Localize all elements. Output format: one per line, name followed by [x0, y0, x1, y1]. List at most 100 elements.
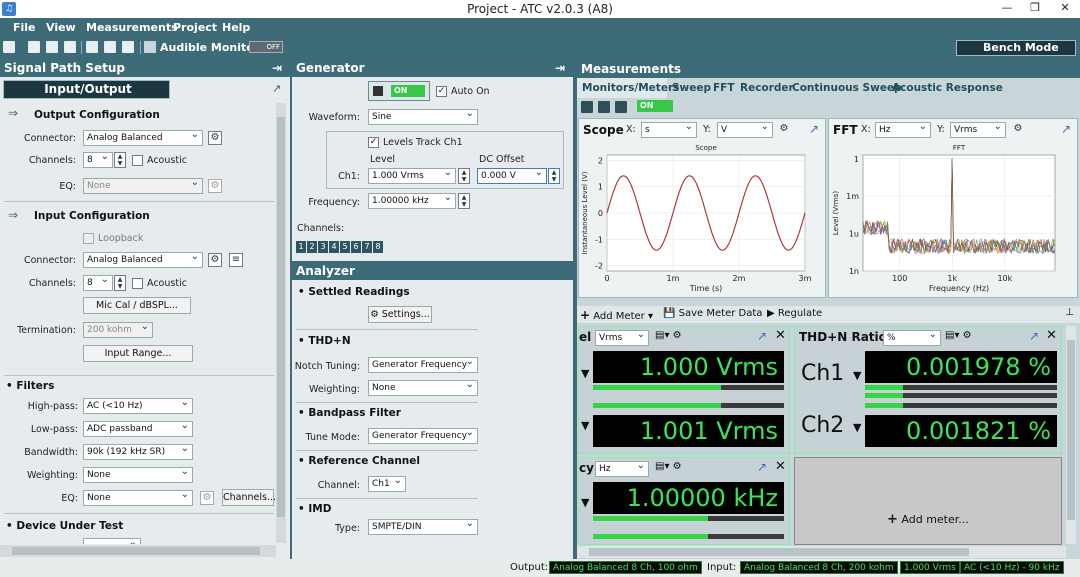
frequency-input[interactable]: 1.00000 kHz [368, 193, 456, 209]
level-unit-select[interactable]: Vrms [595, 330, 649, 346]
signal-path-icon[interactable] [86, 41, 98, 53]
tab-acoustic-response[interactable]: Acoustic Response [892, 82, 1003, 94]
bench-mode-select[interactable]: Bench Mode [956, 40, 1076, 56]
notch-tuning-select[interactable]: Generator Frequency [368, 357, 478, 373]
menu-view[interactable]: View [46, 21, 76, 34]
analyzer-icon[interactable] [122, 41, 134, 53]
generator-on-toggle[interactable]: ON [368, 81, 430, 101]
meter-settings-icon[interactable]: ▤▾ ⚙ [655, 461, 682, 472]
chevron-down-icon[interactable]: ▼ [581, 419, 589, 432]
gear-icon[interactable]: ⚙ [208, 253, 222, 267]
meter-settings-icon[interactable]: ▤▾ ⚙ [945, 330, 972, 341]
tab-sweep[interactable]: Sweep [672, 82, 711, 94]
horizontal-scrollbar[interactable] [0, 545, 276, 557]
popout-icon[interactable]: ↗ [809, 122, 819, 136]
loopback-checkbox[interactable] [83, 233, 94, 244]
output-connector-select[interactable]: Analog Balanced [83, 130, 203, 146]
frequency-unit-select[interactable]: Hz [595, 461, 649, 477]
ch1-level-stepper[interactable]: ▲ ▼ [458, 168, 470, 184]
thdn-weighting-select[interactable]: None [368, 380, 478, 396]
dut-field[interactable] [83, 538, 141, 544]
close-icon[interactable]: ✕ [775, 328, 786, 343]
status-input-value[interactable]: Analog Balanced 8 Ch, 200 kohm [740, 561, 898, 574]
scope-x-unit-select[interactable]: s [641, 122, 697, 138]
chevron-down-icon[interactable]: ▼ [853, 369, 861, 382]
meters-scrollbar[interactable] [1066, 326, 1076, 544]
lowpass-select[interactable]: ADC passband [83, 421, 193, 437]
settings-button[interactable]: ⚙ Settings... [368, 306, 432, 323]
input-connector-select[interactable]: Analog Balanced [83, 252, 203, 268]
output-channels-input[interactable]: 8 [83, 152, 113, 168]
input-range-button[interactable]: Input Range... [83, 345, 193, 362]
generator-icon[interactable] [104, 41, 116, 53]
output-channels-stepper[interactable]: ▲ ▼ [114, 152, 126, 168]
menu-measurements[interactable]: Measurements [86, 21, 178, 34]
ch1-level-input[interactable]: 1.000 Vrms [368, 168, 456, 184]
mic-cal-button[interactable]: Mic Cal / dBSPL... [83, 297, 191, 314]
pin-icon[interactable]: ⇥ [555, 59, 565, 77]
popout-icon[interactable]: ↗ [757, 460, 767, 474]
add-meter-button[interactable]: + Add Meter ▾ [580, 308, 653, 322]
highpass-select[interactable]: AC (<10 Hz) [83, 398, 193, 414]
popout-icon[interactable]: ↗ [1061, 122, 1071, 136]
fft-x-unit-select[interactable]: Hz [875, 122, 931, 138]
add-meter-placeholder[interactable]: + Add meter... [794, 457, 1062, 545]
filter-channels-button[interactable]: Channels... [222, 489, 276, 506]
speaker-icon[interactable] [144, 41, 156, 53]
status-input-filter[interactable]: AC (<10 Hz) - 90 kHz [960, 561, 1064, 574]
regulate-button[interactable]: ▶ Regulate [767, 308, 822, 319]
menu-help[interactable]: Help [222, 21, 250, 34]
input-channels-input[interactable]: 8 [83, 275, 113, 291]
termination-select[interactable]: 200 kohm [83, 322, 153, 338]
popout-icon[interactable]: ↗ [272, 82, 281, 95]
meter-toolbar-icon[interactable] [615, 101, 627, 113]
chevron-down-icon[interactable]: ▼ [581, 496, 589, 509]
imd-type-select[interactable]: SMPTE/DIN [368, 519, 478, 535]
channel-button-5[interactable]: 5 [340, 241, 350, 253]
chevron-down-icon[interactable]: ▼ [581, 367, 589, 380]
tab-recorder[interactable]: Recorder [740, 82, 794, 94]
scope-y-unit-select[interactable]: V [717, 122, 773, 138]
output-eq-select[interactable]: None [83, 178, 203, 194]
status-input-range[interactable]: 1.000 Vrms [900, 561, 960, 574]
channel-button-1[interactable]: 1 [296, 241, 306, 253]
auto-on-checkbox[interactable]: ✓ [436, 86, 447, 97]
chevron-down-icon[interactable]: ▼ [853, 421, 861, 434]
save-icon[interactable] [46, 41, 58, 53]
frequency-stepper[interactable]: ▲ ▼ [458, 193, 470, 209]
channel-button-4[interactable]: 4 [329, 241, 339, 253]
input-acoustic-checkbox[interactable] [132, 278, 143, 289]
channel-button-2[interactable]: 2 [307, 241, 317, 253]
minimize-button[interactable]: — [994, 0, 1020, 18]
restore-button[interactable]: ❐ [1022, 0, 1048, 18]
gear-icon[interactable]: ⚙ [200, 491, 214, 505]
save-meter-data-button[interactable]: 💾 Save Meter Data [663, 308, 762, 319]
gear-icon[interactable]: ⚙ [208, 179, 222, 193]
dc-offset-stepper[interactable]: ▲ ▼ [548, 168, 560, 184]
open-file-icon[interactable] [28, 41, 40, 53]
io-mode-select[interactable]: Input/Output [3, 80, 170, 99]
close-icon[interactable]: ✕ [1046, 328, 1057, 343]
gear-icon[interactable]: ⚙ [777, 123, 791, 137]
gear-icon[interactable]: ⚙ [208, 131, 222, 145]
levels-track-checkbox[interactable]: ✓ [368, 137, 379, 148]
popout-icon[interactable]: ↗ [757, 329, 767, 343]
tune-mode-select[interactable]: Generator Frequency [368, 428, 478, 444]
tab-continuous-sweep[interactable]: Continuous Sweep [792, 82, 902, 94]
vertical-scrollbar[interactable] [276, 103, 286, 543]
gear-icon[interactable]: ⚙ [1011, 123, 1025, 137]
pin-icon[interactable]: ⊥ [1065, 307, 1074, 318]
tab-monitors-meters[interactable]: Monitors/Meters [582, 82, 679, 94]
fft-y-unit-select[interactable]: Vrms [950, 122, 1006, 138]
channel-button-8[interactable]: 8 [373, 241, 383, 253]
menu-file[interactable]: File [13, 21, 36, 34]
channel-button-7[interactable]: 7 [362, 241, 372, 253]
waveform-select[interactable]: Sine [368, 109, 478, 125]
meter-settings-icon[interactable]: ▤▾ ⚙ [655, 330, 682, 341]
input-channels-stepper[interactable]: ▲ ▼ [114, 275, 126, 291]
scope-toolbar-icon[interactable] [581, 101, 593, 113]
bandwidth-select[interactable]: 90k (192 kHz SR) [83, 444, 193, 460]
new-file-icon[interactable] [3, 41, 15, 53]
status-output-value[interactable]: Analog Balanced 8 Ch, 100 ohm [549, 561, 702, 574]
list-icon[interactable]: ≡ [229, 253, 243, 267]
